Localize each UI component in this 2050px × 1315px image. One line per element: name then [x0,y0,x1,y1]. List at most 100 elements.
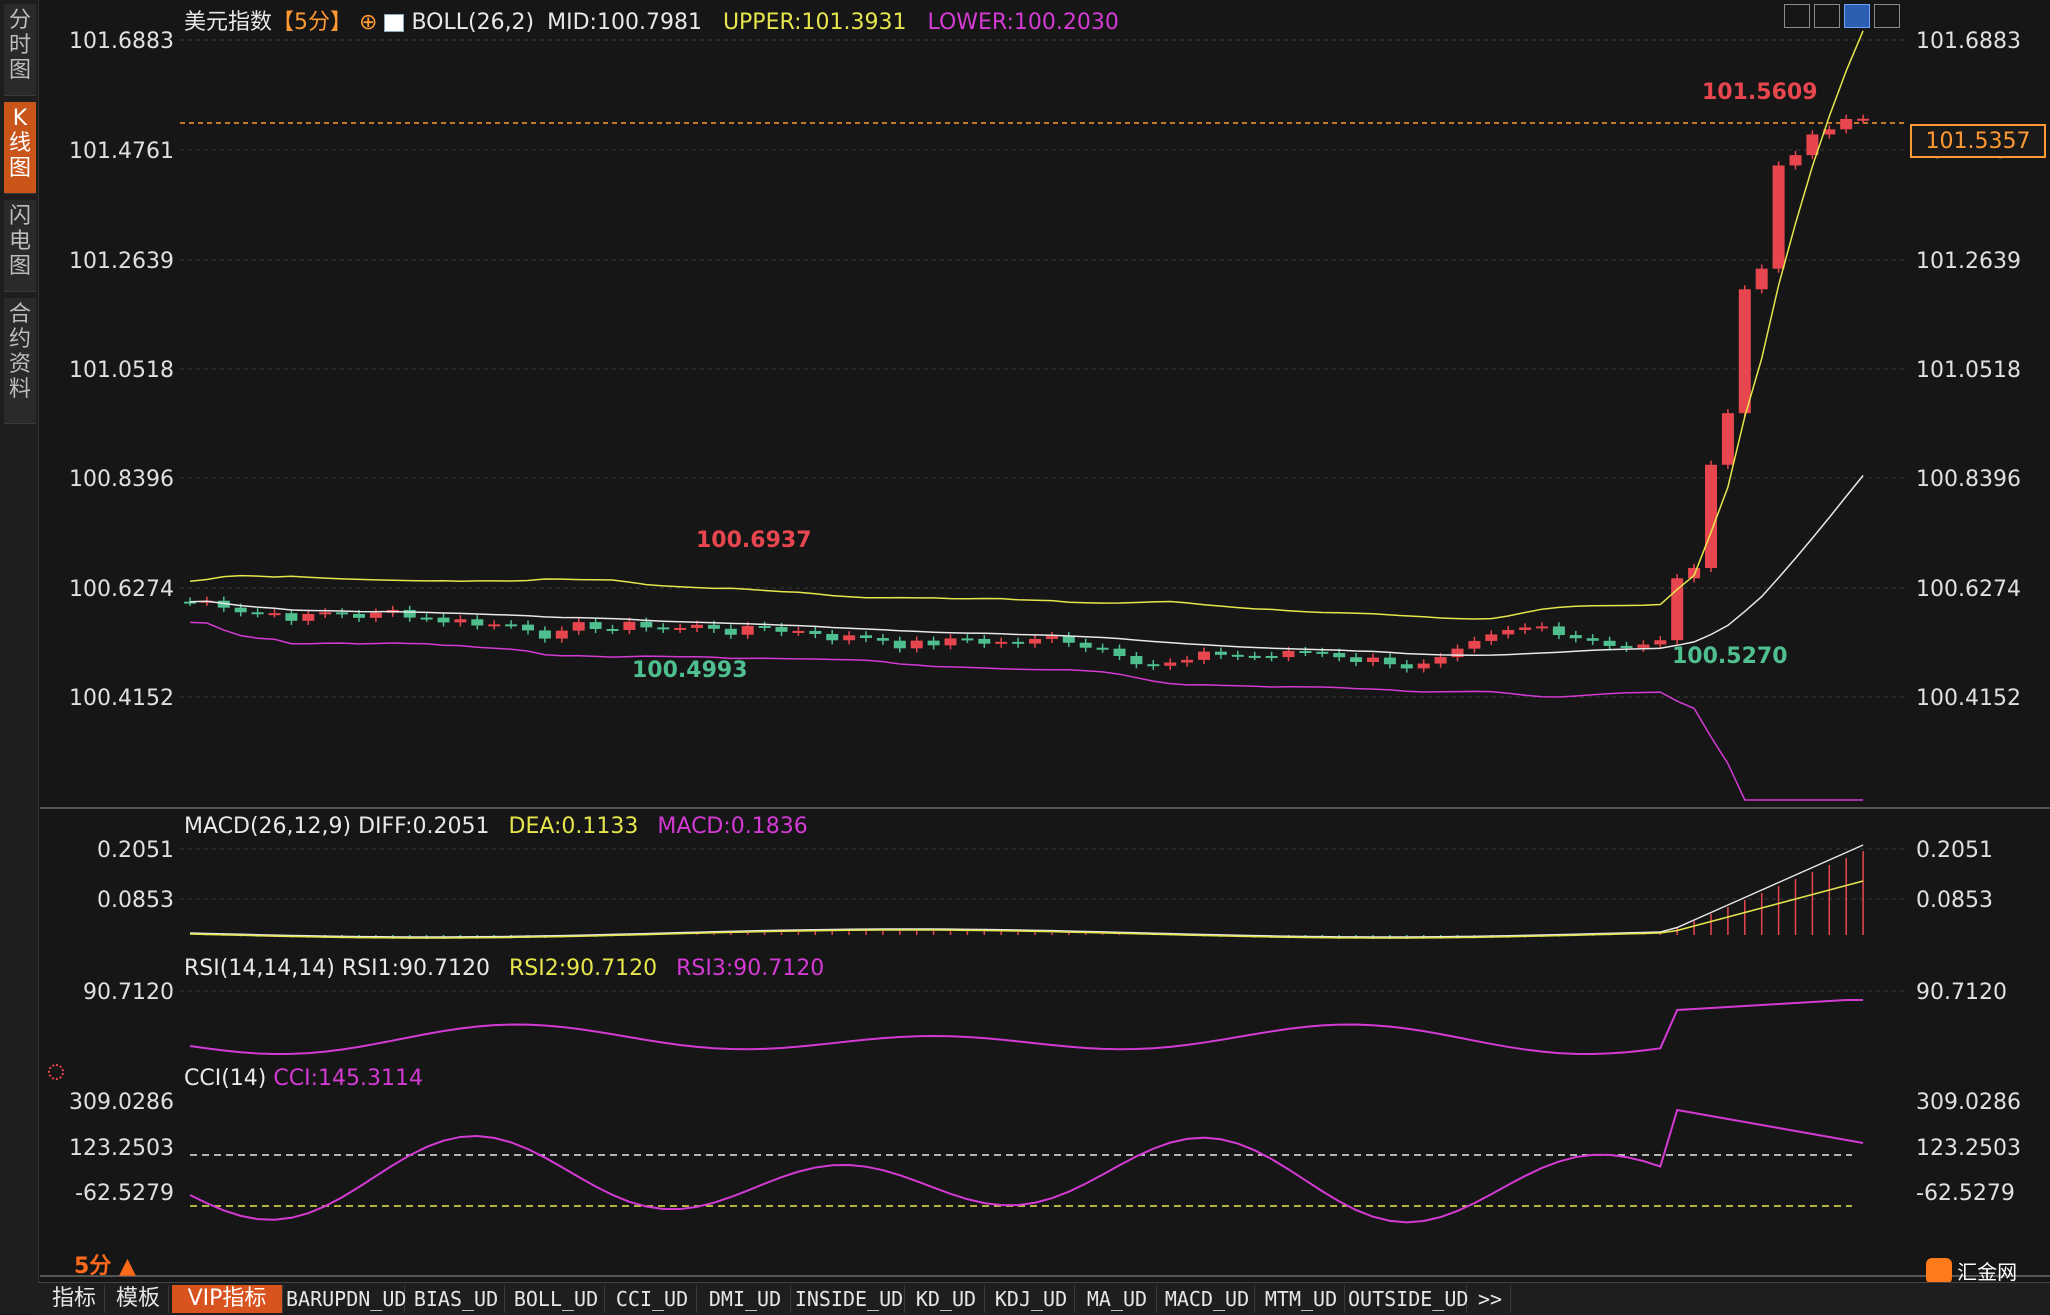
y-tick-left: 100.6274 [69,577,174,602]
candle-body [809,630,822,635]
crosshair-icon[interactable]: ⊕ [359,10,377,35]
record-icon[interactable] [48,1064,64,1080]
y-tick-left: 100.8396 [69,467,174,492]
candle-body [1248,655,1261,658]
indicator-tab[interactable]: MA_UD [1078,1285,1157,1313]
candle-body [268,613,281,616]
period-tag: 【5分】 [272,10,353,35]
candle-body [1231,654,1244,657]
candle-body [1113,648,1126,657]
macd-legend: MACD(26,12,9) DIFF:0.2051 DEA:0.1133 MAC… [184,814,808,839]
indicator-tab[interactable]: DMI_UD [700,1285,791,1313]
cci-label: CCI(14) [184,1066,267,1091]
indicator-tab[interactable]: >> [1470,1285,1511,1313]
brand-icon [1926,1257,1952,1284]
rsi-panel [189,999,1864,1056]
candle-body [319,612,332,615]
y-tick-right: 100.8396 [1916,467,2021,492]
candle-body [336,612,349,615]
candle-body [1096,647,1109,650]
candle-body [944,638,957,646]
candle-body [1333,652,1346,658]
candle-body [623,621,636,631]
candle-body [1772,165,1785,269]
price-annotation: 100.4993 [632,658,748,683]
boll-mid: MID:100.7981 [547,10,702,35]
y-tick-left: 101.4761 [69,139,174,164]
indicator-tab[interactable]: BARUPDN_UD [286,1285,406,1313]
candle-body [1637,644,1650,648]
brand-name: 汇金网 [1957,1260,2018,1284]
y-tick-left: 101.0518 [69,358,174,383]
indicator-tab[interactable]: KDJ_UD [988,1285,1075,1313]
candle-body [1688,567,1701,579]
candle-body [876,638,889,641]
candle-body [1603,640,1616,646]
indicator-tab[interactable]: OUTSIDE_UD [1348,1285,1468,1313]
period-label: 5分 [74,1254,112,1279]
candle-body [1130,656,1143,665]
candle-body [1468,640,1481,649]
candle-body [302,613,315,621]
cci-value: CCI:145.3114 [273,1066,423,1091]
candle-body [640,621,653,628]
candle-body [893,640,906,649]
candle-body [1755,268,1768,290]
candle-style-icon[interactable] [1814,4,1840,28]
candle-body [1536,626,1548,629]
candle-body [741,625,754,635]
candle-body [420,617,433,620]
candle-body [234,607,247,613]
indicator-tab-bar: 指标 模板 VIP指标 BARUPDN_UD BIAS_UD BOLL_UD CCI_UD D… [38,1282,2050,1315]
indicator-tab[interactable]: BOLL_UD [508,1285,605,1313]
candle-body [1350,657,1363,662]
candle-body [1181,659,1194,663]
candle-body [1265,655,1278,658]
y-tick-left: -62.5279 [75,1181,174,1206]
boll-label: BOLL(26,2) [411,10,535,35]
indicator-tab[interactable]: VIP指标 [172,1285,283,1313]
candle-body [1840,118,1853,130]
y-tick-right: 90.7120 [1916,980,2007,1005]
indicator-tab[interactable]: MTM_UD [1258,1285,1345,1313]
indicator-tab[interactable]: 指标 [44,1285,105,1313]
y-tick-right: 100.6274 [1916,577,2021,602]
fullscreen-icon[interactable] [1874,4,1900,28]
candle-body [555,630,568,639]
macd-label: MACD(26,12,9) [184,814,352,839]
y-tick-left: 123.2503 [69,1136,174,1161]
candle-body [1316,651,1329,654]
line-style-icon[interactable] [1844,4,1870,28]
candle-body [1434,657,1447,664]
indicator-tab[interactable]: 模板 [108,1285,169,1313]
indicator-tab[interactable]: MACD_UD [1160,1285,1255,1313]
candle-body [1789,155,1802,166]
candle-body [927,640,940,646]
candle-body [1012,641,1025,644]
candle-body [538,630,551,639]
macd-value: MACD:0.1836 [657,814,808,839]
indicator-tab[interactable]: INSIDE_UD [794,1285,905,1313]
indicator-tab[interactable]: KD_UD [908,1285,985,1313]
rsi-legend: RSI(14,14,14) RSI1:90.7120 RSI2:90.7120 … [184,956,824,981]
candle-body [369,612,382,618]
rsi3: RSI3:90.7120 [676,956,825,981]
period-footer[interactable]: 5分 ▲ [74,1248,136,1280]
candle-body [1282,650,1295,658]
candle-body [843,635,856,641]
candle-body [1721,413,1734,465]
candle-body [1620,645,1633,648]
candle-body [691,624,703,628]
candle-body [758,625,771,628]
candle-body [995,641,1008,644]
candle-body [707,624,720,629]
zoom-icon[interactable] [1784,4,1810,28]
boll-bands [189,30,1864,801]
indicator-tab[interactable]: BIAS_UD [408,1285,505,1313]
indicator-tab[interactable]: CCI_UD [608,1285,697,1313]
candle-body [1552,626,1565,636]
candle-body [674,627,687,630]
symbol-name: 美元指数 [184,10,273,35]
candle-body [1502,629,1515,635]
candle-body [1705,464,1717,568]
